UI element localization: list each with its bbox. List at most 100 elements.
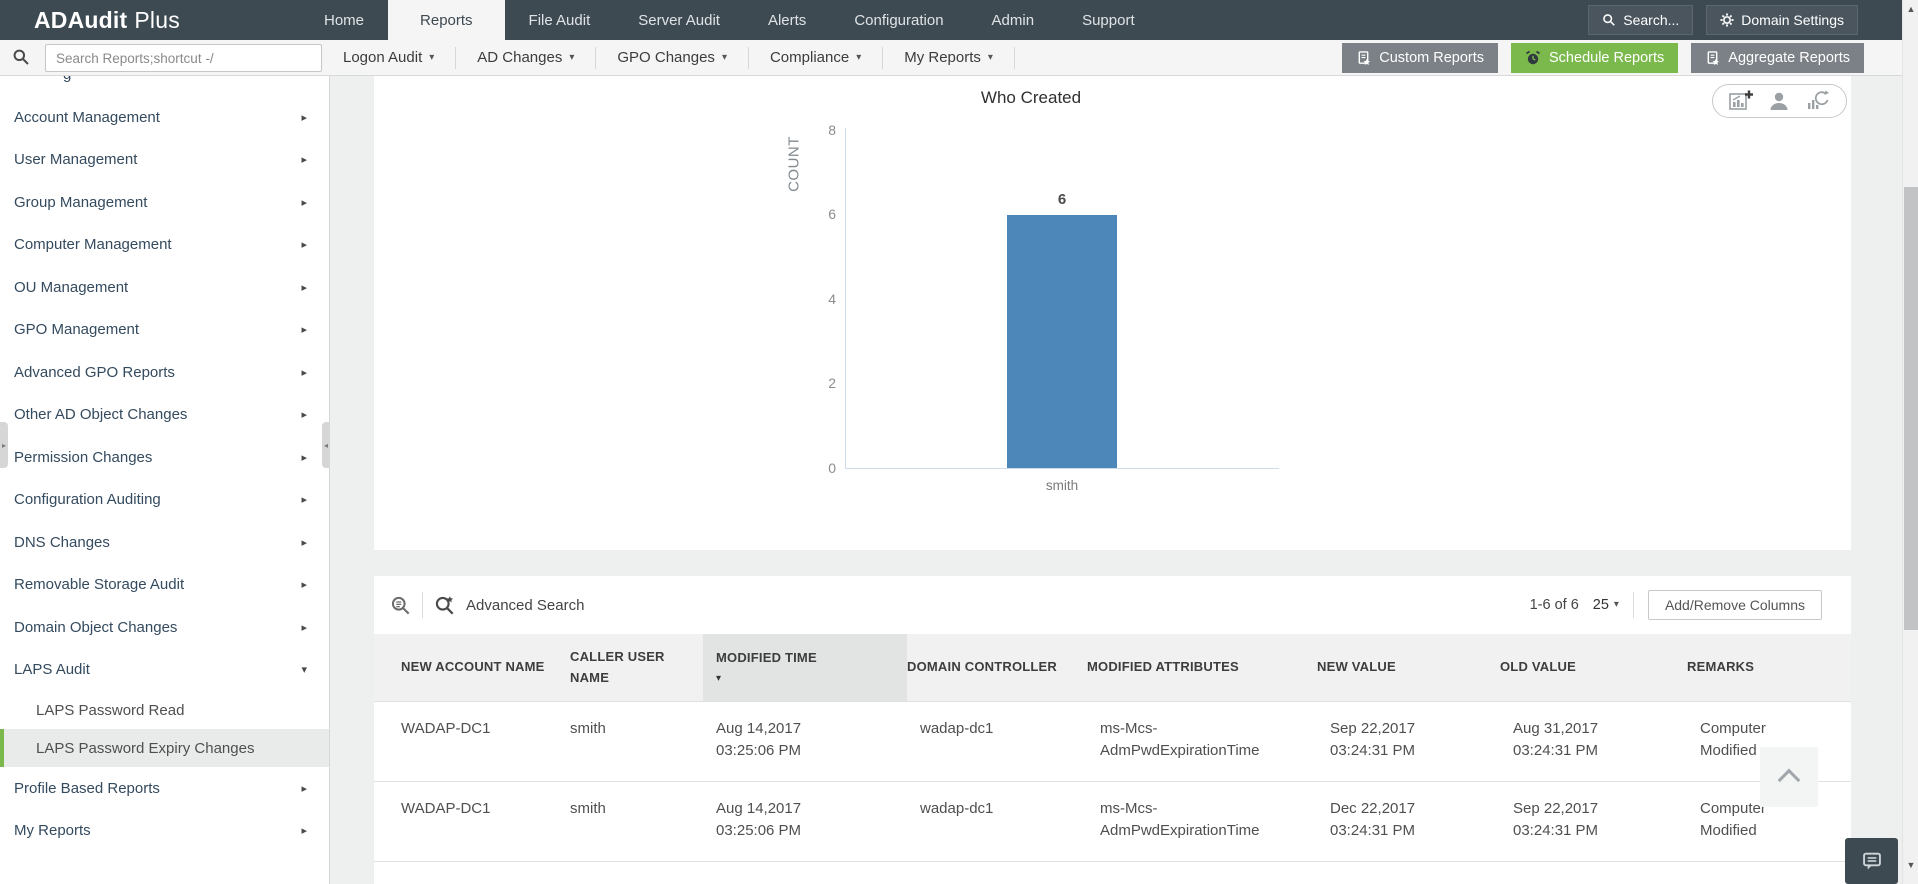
- sidebar-item-laps-audit[interactable]: LAPS Audit ▾: [0, 649, 329, 692]
- sidebar-item-computer-management[interactable]: Computer Management ▸: [0, 224, 329, 267]
- y-tick: 0: [828, 460, 836, 476]
- sidebar-item-configuration-auditing[interactable]: Configuration Auditing ▸: [0, 479, 329, 522]
- menu-gpo-changes[interactable]: GPO Changes ▾: [596, 49, 748, 66]
- menu-ad-changes[interactable]: AD Changes ▾: [456, 49, 595, 66]
- top-navigation-bar: ADAudit Plus Home Reports File Audit Ser…: [0, 0, 1918, 40]
- menu-my-reports[interactable]: My Reports ▾: [883, 49, 1014, 66]
- refresh-chart-icon[interactable]: [1805, 89, 1831, 113]
- menu-logon-audit[interactable]: Logon Audit ▾: [322, 49, 455, 66]
- add-remove-columns-button[interactable]: Add/Remove Columns: [1647, 590, 1822, 620]
- y-tick: 6: [828, 206, 836, 222]
- logo-text-bold: ADAudit: [34, 6, 128, 33]
- scrollbar-up-arrow-icon[interactable]: ▲: [1903, 4, 1918, 14]
- sidebar-item-label: Permission Changes: [14, 448, 153, 466]
- custom-reports-button[interactable]: Custom Reports: [1342, 43, 1499, 73]
- page-size-dropdown[interactable]: 25 ▾: [1593, 597, 1619, 613]
- sidebar-subitem-label: LAPS Password Expiry Changes: [36, 739, 255, 757]
- aggregate-reports-label: Aggregate Reports: [1728, 50, 1850, 66]
- column-header-remarks[interactable]: REMARKS: [1687, 634, 1837, 701]
- scroll-to-top-button[interactable]: [1760, 747, 1818, 807]
- column-header-old-value[interactable]: OLD VALUE: [1500, 634, 1687, 701]
- report-star-icon: [1356, 50, 1371, 66]
- nav-item-server-audit[interactable]: Server Audit: [614, 0, 744, 40]
- sidebar-item-profile-based-reports[interactable]: Profile Based Reports ▸: [0, 767, 329, 810]
- global-search-button[interactable]: Search...: [1588, 5, 1694, 35]
- menu-label: AD Changes: [477, 49, 563, 66]
- menu-label: My Reports: [904, 49, 981, 66]
- search-icon[interactable]: [12, 48, 30, 66]
- sidebar-item-laps-password-read[interactable]: LAPS Password Read: [0, 691, 329, 729]
- table-row[interactable]: WADAP-DC1 smith Aug 14,2017 03:25:06 PM …: [374, 782, 1851, 862]
- sidebar-item-my-reports[interactable]: My Reports ▸: [0, 810, 329, 853]
- column-header-label: MODIFIED TIME: [716, 650, 817, 666]
- column-header-modified-time[interactable]: MODIFIED TIME ▾: [703, 634, 907, 701]
- divider: [1632, 592, 1634, 618]
- sidebar-collapse-handle[interactable]: ◂: [322, 422, 330, 468]
- divider: [422, 592, 423, 618]
- sidebar-item-group-management[interactable]: Group Management ▸: [0, 181, 329, 224]
- column-header-caller-user-name[interactable]: CALLER USER NAME: [570, 634, 716, 701]
- panel-collapse-handle-left[interactable]: ▸: [0, 422, 8, 468]
- sidebar-item-ou-management[interactable]: OU Management ▸: [0, 266, 329, 309]
- column-header-modified-attributes[interactable]: MODIFIED ATTRIBUTES: [1087, 634, 1317, 701]
- schedule-reports-button[interactable]: Schedule Reports: [1511, 43, 1679, 73]
- nav-item-reports[interactable]: Reports: [388, 0, 505, 40]
- report-star-icon: [1705, 50, 1720, 66]
- nav-item-alerts[interactable]: Alerts: [744, 0, 830, 40]
- sidebar-item-label: Advanced GPO Reports: [14, 363, 175, 381]
- advanced-search-label[interactable]: Advanced Search: [466, 597, 584, 614]
- logo-text-light: Plus: [134, 6, 180, 33]
- nav-item-support[interactable]: Support: [1058, 0, 1159, 40]
- table-header-row: NEW ACCOUNT NAME CALLER USER NAME MODIFI…: [374, 634, 1851, 702]
- column-header-domain-controller[interactable]: DOMAIN CONTROLLER: [907, 634, 1087, 701]
- column-header-new-value[interactable]: NEW VALUE: [1317, 634, 1500, 701]
- sidebar-item-label: Configuration Auditing: [14, 491, 161, 509]
- aggregate-reports-button[interactable]: Aggregate Reports: [1691, 43, 1864, 73]
- chevron-right-icon: ▸: [301, 111, 307, 124]
- sidebar-item-user-management[interactable]: User Management ▸: [0, 139, 329, 182]
- column-header-new-account-name[interactable]: NEW ACCOUNT NAME: [401, 634, 570, 701]
- chevron-up-icon: [1777, 768, 1801, 792]
- bar-plot-area: 6: [845, 130, 1279, 468]
- feedback-chat-button[interactable]: [1845, 838, 1898, 884]
- report-category-list: Account Management ▸ User Management ▸ Gro…: [0, 96, 329, 852]
- cell-caller-user-name: smith: [570, 720, 606, 737]
- sidebar-item-dns-changes[interactable]: DNS Changes ▸: [0, 521, 329, 564]
- add-chart-icon[interactable]: [1728, 89, 1754, 113]
- sidebar-item-other-ad-object-changes[interactable]: Other AD Object Changes ▸: [0, 394, 329, 437]
- menu-compliance[interactable]: Compliance ▾: [749, 49, 882, 66]
- chevron-right-icon: ▸: [301, 579, 307, 592]
- sidebar-item-account-management[interactable]: Account Management ▸: [0, 96, 329, 139]
- app-logo[interactable]: ADAudit Plus: [0, 0, 300, 40]
- report-search-input[interactable]: [45, 44, 322, 72]
- page-scrollbar[interactable]: ▲ ▼: [1902, 0, 1918, 884]
- table-row[interactable]: WADAP-DC1 smith Aug 14,2017 03:25:06 PM …: [374, 702, 1851, 782]
- column-header-label: OLD VALUE: [1500, 659, 1576, 675]
- sidebar-item-label: Group Management: [14, 193, 148, 211]
- sidebar-item-label: DNS Changes: [14, 533, 110, 551]
- sidebar-item-advanced-gpo-reports[interactable]: Advanced GPO Reports ▸: [0, 351, 329, 394]
- domain-settings-button[interactable]: Domain Settings: [1706, 5, 1858, 35]
- sidebar-item-removable-storage-audit[interactable]: Removable Storage Audit ▸: [0, 564, 329, 607]
- nav-item-home[interactable]: Home: [300, 0, 388, 40]
- column-search-icon[interactable]: [390, 595, 411, 616]
- advanced-search-icon[interactable]: [434, 595, 455, 616]
- scrollbar-thumb[interactable]: [1904, 187, 1918, 630]
- chevron-right-icon: ▸: [301, 281, 307, 294]
- scrollbar-down-arrow-icon[interactable]: ▼: [1903, 860, 1918, 870]
- sidebar-item-label: Removable Storage Audit: [14, 576, 185, 594]
- menu-label: Logon Audit: [343, 49, 423, 66]
- column-header-label: REMARKS: [1687, 659, 1755, 675]
- reports-sidebar: g Account Management ▸ User Management ▸ G…: [0, 76, 330, 884]
- user-view-icon[interactable]: [1767, 89, 1791, 113]
- nav-item-admin[interactable]: Admin: [968, 0, 1059, 40]
- sidebar-item-permission-changes[interactable]: Permission Changes ▸: [0, 436, 329, 479]
- chevron-right-icon: ▸: [301, 825, 307, 838]
- sidebar-item-domain-object-changes[interactable]: Domain Object Changes ▸: [0, 606, 329, 649]
- bar-smith[interactable]: 6: [1007, 191, 1117, 468]
- sidebar-item-laps-password-expiry-changes[interactable]: LAPS Password Expiry Changes: [0, 729, 329, 767]
- sidebar-item-gpo-management[interactable]: GPO Management ▸: [0, 309, 329, 352]
- chevron-down-icon: ▾: [569, 51, 575, 63]
- nav-item-file-audit[interactable]: File Audit: [505, 0, 615, 40]
- nav-item-configuration[interactable]: Configuration: [830, 0, 967, 40]
